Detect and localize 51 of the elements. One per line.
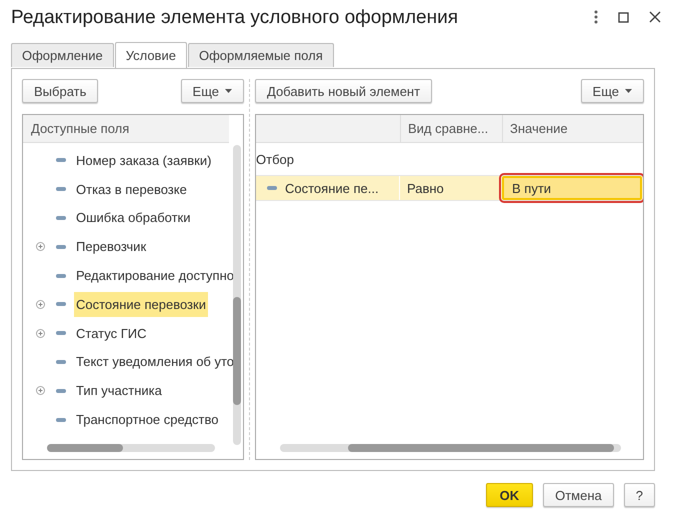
scroll-thumb[interactable] xyxy=(233,297,241,405)
tree-item[interactable]: Отказ в перевозке xyxy=(74,176,189,202)
tab[interactable]: Условие xyxy=(114,42,187,68)
group-label: Отбор xyxy=(256,152,294,166)
caret-icon xyxy=(625,89,632,93)
scrollbar[interactable] xyxy=(47,444,215,452)
value-cell[interactable]: В пути xyxy=(502,176,642,200)
field-icon xyxy=(56,388,66,393)
field-icon xyxy=(56,158,66,162)
tree-item[interactable]: Тип участника xyxy=(74,378,164,404)
field-icon xyxy=(56,418,66,422)
tree-item[interactable]: Состояние перевозки xyxy=(74,292,208,317)
expand-icon[interactable] xyxy=(36,328,44,338)
field-icon xyxy=(56,274,66,278)
tree-item[interactable]: Номер заказа (заявки) xyxy=(74,148,214,173)
more-button[interactable]: Еще xyxy=(180,79,244,103)
tree-item[interactable]: Перевозчик xyxy=(74,234,148,260)
tree-item[interactable]: Статус ГИС xyxy=(74,320,148,346)
tab[interactable]: Оформляемые поля xyxy=(188,43,334,67)
caret-icon xyxy=(225,89,232,93)
field-icon xyxy=(56,360,66,364)
scrollbar[interactable] xyxy=(280,444,621,452)
maximize-icon[interactable] xyxy=(618,12,629,22)
expand-icon[interactable] xyxy=(36,386,44,396)
table-cell-text: Равно xyxy=(406,180,445,198)
tree-item[interactable]: Текст уведомления об уто xyxy=(74,349,236,374)
field-icon xyxy=(56,216,66,220)
column-header: Доступные поля xyxy=(23,115,229,143)
expand-icon[interactable] xyxy=(36,242,44,252)
select-button[interactable]: Выбрать xyxy=(22,79,98,103)
cancel-button[interactable]: Отмена xyxy=(543,483,614,507)
close-icon[interactable] xyxy=(649,11,661,23)
tab[interactable]: Оформление xyxy=(11,43,114,67)
tree-item[interactable]: Редактирование доступно xyxy=(74,263,236,288)
add-element-button[interactable]: Добавить новый элемент xyxy=(255,79,432,103)
field-icon xyxy=(56,302,66,306)
window-title: Редактирование элемента условного оформления xyxy=(11,7,458,29)
expand-icon[interactable] xyxy=(36,300,44,309)
field-icon xyxy=(56,244,66,249)
tree-item[interactable]: Транспортное средство xyxy=(74,407,220,432)
help-button[interactable]: ? xyxy=(624,483,655,507)
column-header: Вид сравне... xyxy=(401,115,503,142)
field-icon xyxy=(56,331,66,336)
field-icon xyxy=(56,187,66,192)
ok-button[interactable]: OK xyxy=(486,483,534,507)
table-cell: Состояние пе... xyxy=(285,180,379,196)
more-icon[interactable] xyxy=(594,10,598,24)
column-header: Значение xyxy=(509,121,569,136)
tree-item[interactable]: Ошибка обработки xyxy=(74,205,192,230)
field-icon xyxy=(267,186,277,190)
more-button[interactable]: Еще xyxy=(580,79,644,103)
